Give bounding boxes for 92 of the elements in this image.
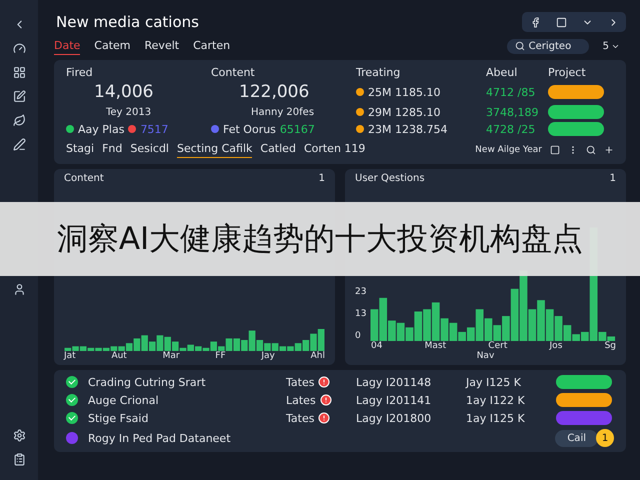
filter-label: New Ailge Year xyxy=(475,145,542,155)
legend-label: Fet Oorus xyxy=(211,122,276,136)
column-header: Content xyxy=(211,66,256,79)
axis-label: Mast xyxy=(424,341,446,351)
square-icon[interactable] xyxy=(550,145,560,155)
axis-label: Aut xyxy=(111,351,127,361)
chart-title: User Qestions xyxy=(355,173,425,184)
tab[interactable]: Carten xyxy=(193,37,230,55)
status-pill[interactable] xyxy=(548,122,604,136)
legend-label: 7517 xyxy=(128,122,168,136)
page-title: New media cations xyxy=(55,13,199,31)
axis-label: 04 xyxy=(371,341,382,351)
value-text: Jay I125 K xyxy=(466,376,522,388)
axis-label: Sg xyxy=(604,341,616,351)
axis-label: 23 xyxy=(355,287,366,297)
metric-value: 122,006 xyxy=(238,82,310,102)
list-item-title[interactable]: Stige Fsaid xyxy=(88,412,148,424)
filter-tab[interactable]: Catled xyxy=(260,142,296,158)
grid-icon[interactable] xyxy=(12,66,26,79)
axis-label: Jay xyxy=(261,351,275,361)
axis-label: Cert xyxy=(488,341,508,351)
alert-icon xyxy=(318,412,330,424)
filter-tab[interactable]: Fnd xyxy=(102,142,122,158)
title-banner: 洞察AI大健康趋势的十大投资机构盘点 xyxy=(0,202,640,276)
trending-amount: 4728 /25 xyxy=(486,122,536,136)
axis-label: 13 xyxy=(355,309,366,319)
search-field[interactable]: Cerigteo xyxy=(506,38,589,54)
date-text: Lagy I201141 xyxy=(356,394,432,406)
date-text: Lagy I201800 xyxy=(356,412,432,424)
trending-code: 25M 1185.10 xyxy=(356,86,486,98)
clipboard-icon[interactable] xyxy=(12,453,26,466)
status-pill[interactable] xyxy=(556,393,612,407)
call-button[interactable]: Cail xyxy=(555,430,598,446)
filter-tab[interactable]: Sesicdl xyxy=(130,142,169,158)
bar xyxy=(546,309,554,341)
metric-value: 14,006 xyxy=(93,82,154,102)
axis-label: FF xyxy=(215,351,226,361)
alert-icon xyxy=(318,376,330,388)
pen-icon[interactable] xyxy=(12,138,26,151)
axis-label: 0 xyxy=(355,331,362,341)
filter-tab[interactable]: Stagi xyxy=(66,142,94,158)
axis-label: Jat xyxy=(64,351,76,361)
search-input[interactable]: Cerigteo xyxy=(528,40,581,52)
status-pill[interactable] xyxy=(548,85,604,99)
date-text: Lagy I201148 xyxy=(356,376,432,388)
list-item-title[interactable]: Auge Crional xyxy=(88,394,159,406)
column-header: Treating xyxy=(356,66,402,79)
axis-label: Mar xyxy=(162,351,180,361)
value-text: 1ay I125 K xyxy=(466,412,526,424)
list-item-title[interactable]: Crading Cutring Srart xyxy=(88,376,206,388)
search-icon[interactable] xyxy=(514,41,525,51)
trending-amount: 4712 /85 xyxy=(486,86,536,98)
tab[interactable]: Date xyxy=(54,37,80,55)
legend-value: 65167 xyxy=(280,122,315,136)
alert-icon xyxy=(320,394,332,406)
leaf-icon[interactable] xyxy=(12,114,26,127)
status-pill[interactable] xyxy=(548,105,604,119)
tag-label: Tates xyxy=(286,376,314,388)
legend-label: Aay Plas xyxy=(66,122,124,136)
column-header: Fired xyxy=(66,66,94,79)
dropdown-button[interactable]: 5 xyxy=(596,40,626,52)
chart-title: Content xyxy=(64,173,104,184)
axis-label: Nav xyxy=(476,351,494,361)
trending-code: 29M 1285.10 xyxy=(356,106,486,118)
value-text: 1ay I122 K xyxy=(466,394,526,406)
axis-label: Ahl xyxy=(310,351,325,361)
trending-amount: 3748,189 xyxy=(486,106,540,118)
list-item-title[interactable]: Rogy In Ped Pad Dataneet xyxy=(88,432,231,444)
axis-label: Jos xyxy=(550,341,562,351)
filter-tab[interactable]: Secting Cafilk xyxy=(176,142,252,158)
search-icon[interactable] xyxy=(586,145,596,155)
tag-label: Tates xyxy=(286,412,314,424)
trending-code: 23M 1238.754 xyxy=(356,122,486,136)
settings-icon[interactable] xyxy=(12,429,26,442)
filter-tab[interactable]: Corten 119 xyxy=(304,142,366,158)
bar xyxy=(397,322,406,341)
chart-count: 1 xyxy=(610,173,616,184)
column-header: Abeul xyxy=(486,66,518,79)
edit-icon[interactable] xyxy=(12,90,26,103)
chart-count: 1 xyxy=(318,173,325,184)
count-badge: 1 xyxy=(596,429,614,447)
metric-caption: Tey 2013 xyxy=(105,106,152,118)
column-header: Project xyxy=(548,66,587,79)
user-icon[interactable] xyxy=(12,283,26,296)
metric-caption: Hanny 20fes xyxy=(250,106,316,118)
gauge-icon[interactable] xyxy=(12,42,26,55)
tab[interactable]: Catem xyxy=(94,37,131,55)
bar xyxy=(370,309,379,341)
add-icon[interactable] xyxy=(604,145,614,155)
status-pill[interactable] xyxy=(556,375,612,389)
tab[interactable]: Revelt xyxy=(144,37,180,55)
tag-label: Lates xyxy=(286,394,316,406)
